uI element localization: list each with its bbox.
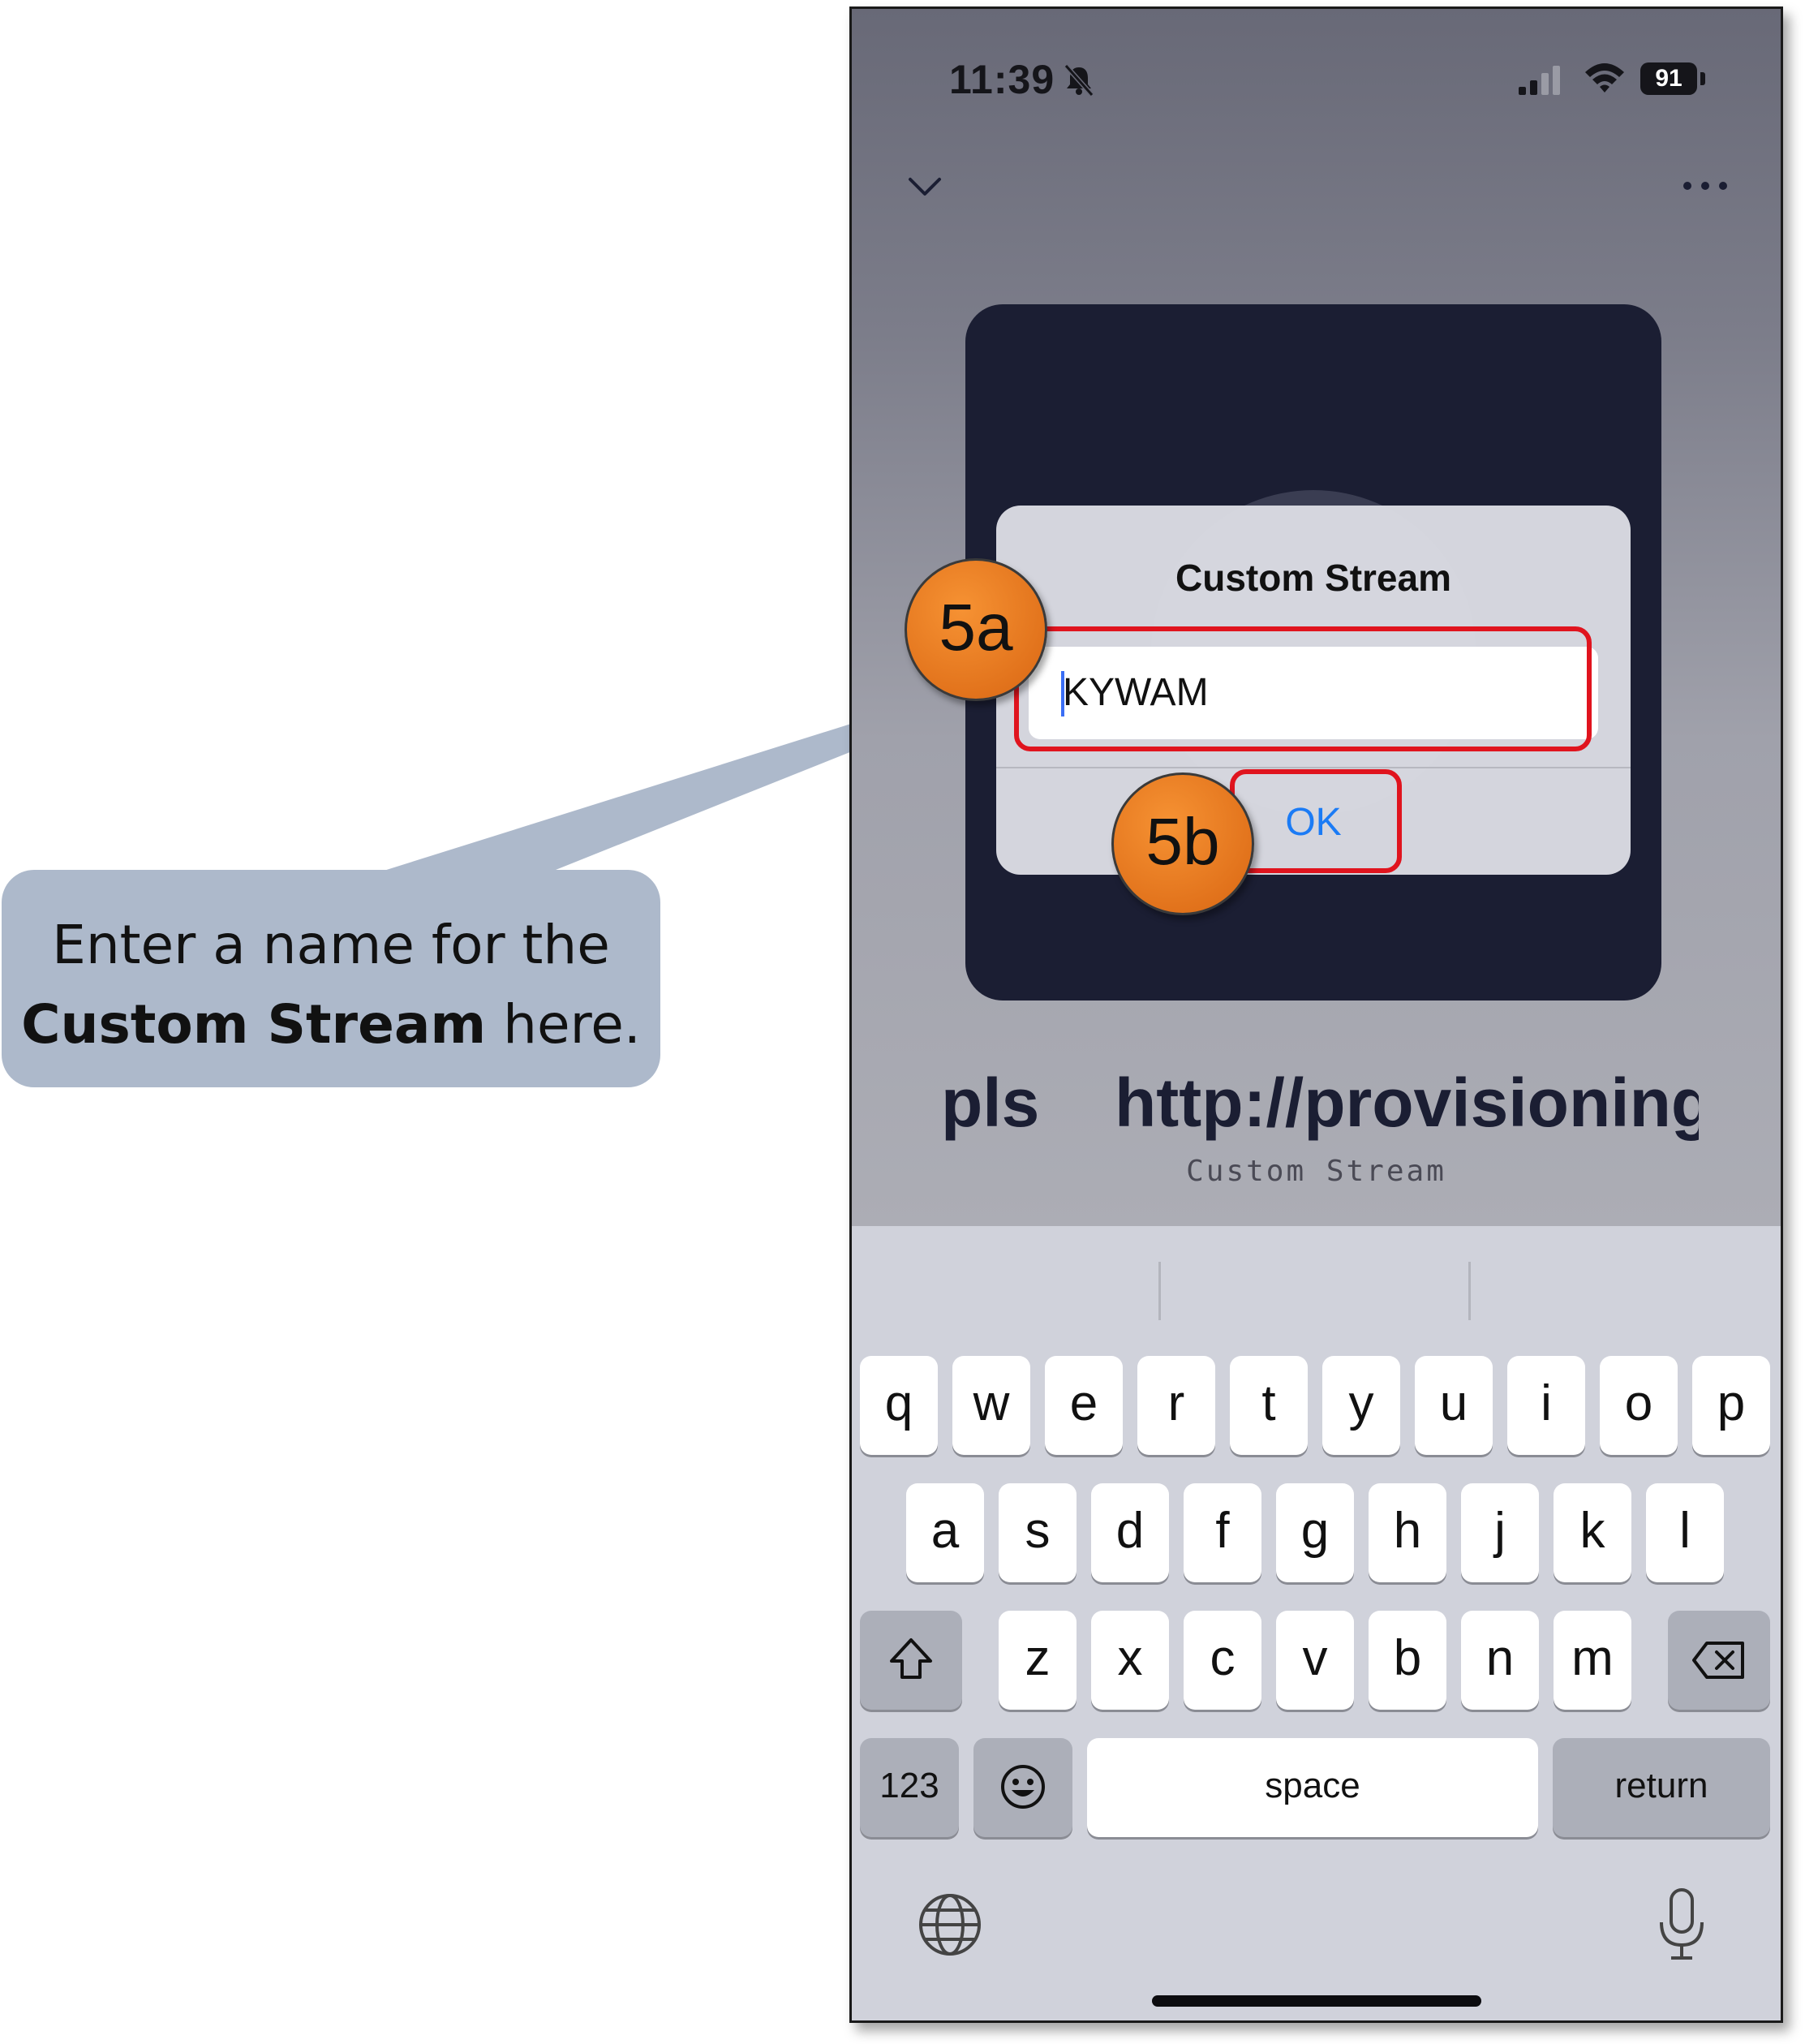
key-y[interactable]: y xyxy=(1322,1356,1400,1455)
step-badge-5a: 5a xyxy=(905,558,1047,701)
microphone-icon[interactable] xyxy=(1655,1887,1708,1961)
emoji-key[interactable] xyxy=(973,1738,1072,1837)
key-k[interactable]: k xyxy=(1554,1483,1631,1582)
key-u[interactable]: u xyxy=(1415,1356,1493,1455)
cellular-signal-icon xyxy=(1519,66,1560,95)
ellipsis-icon[interactable] xyxy=(1681,176,1730,196)
key-t[interactable]: t xyxy=(1230,1356,1308,1455)
track-subtitle: Custom Stream xyxy=(1186,1155,1446,1188)
key-f[interactable]: f xyxy=(1184,1483,1261,1582)
key-h[interactable]: h xyxy=(1369,1483,1446,1582)
key-w[interactable]: w xyxy=(952,1356,1030,1455)
key-n[interactable]: n xyxy=(1461,1611,1539,1710)
key-z[interactable]: z xyxy=(999,1611,1077,1710)
space-key[interactable]: space xyxy=(1087,1738,1538,1837)
globe-icon[interactable] xyxy=(917,1891,983,1958)
key-s[interactable]: s xyxy=(999,1483,1077,1582)
battery-cap xyxy=(1700,72,1705,85)
key-q[interactable]: q xyxy=(860,1356,938,1455)
key-e[interactable]: e xyxy=(1045,1356,1123,1455)
step-badge-5b: 5b xyxy=(1111,772,1254,915)
key-o[interactable]: o xyxy=(1600,1356,1678,1455)
wifi-icon xyxy=(1585,63,1624,93)
instruction-callout: Enter a name for the Custom Stream here. xyxy=(2,870,660,1087)
callout-tail-text: here. xyxy=(486,993,641,1056)
key-p[interactable]: p xyxy=(1692,1356,1770,1455)
keyboard: q w e r t y u i o p a s d f g h j k l z … xyxy=(852,1226,1781,2020)
input-highlight-box xyxy=(1014,626,1592,751)
chevron-down-icon[interactable] xyxy=(905,166,944,205)
callout-line-2: Custom Stream here. xyxy=(2,985,660,1065)
callout-line-1: Enter a name for the xyxy=(52,914,610,976)
phone-screen: 11:39 91 pls http://provisioning Custom … xyxy=(849,6,1783,2023)
callout-bold-text: Custom Stream xyxy=(21,993,487,1056)
key-r[interactable]: r xyxy=(1137,1356,1215,1455)
delete-key[interactable] xyxy=(1668,1611,1770,1710)
key-v[interactable]: v xyxy=(1276,1611,1354,1710)
key-d[interactable]: d xyxy=(1091,1483,1169,1582)
key-b[interactable]: b xyxy=(1369,1611,1446,1710)
key-i[interactable]: i xyxy=(1507,1356,1585,1455)
key-a[interactable]: a xyxy=(906,1483,984,1582)
emoji-icon xyxy=(1001,1765,1045,1809)
key-g[interactable]: g xyxy=(1276,1483,1354,1582)
key-m[interactable]: m xyxy=(1554,1611,1631,1710)
track-title-prev: pls xyxy=(941,1065,1040,1141)
key-c[interactable]: c xyxy=(1184,1611,1261,1710)
numbers-key[interactable]: 123 xyxy=(860,1738,959,1837)
dialog-title: Custom Stream xyxy=(1175,557,1451,599)
suggestion-divider xyxy=(1468,1262,1471,1320)
track-title-row: pls http://provisioning xyxy=(852,1064,1781,1153)
key-l[interactable]: l xyxy=(1646,1483,1724,1582)
key-j[interactable]: j xyxy=(1461,1483,1539,1582)
status-bar: 11:39 91 xyxy=(852,9,1781,139)
return-key[interactable]: return xyxy=(1553,1738,1770,1837)
battery-indicator: 91 xyxy=(1640,62,1697,95)
backspace-icon xyxy=(1692,1642,1744,1679)
track-title: http://provisioning xyxy=(1115,1065,1699,1141)
shift-key[interactable] xyxy=(860,1611,962,1710)
ok-highlight-box xyxy=(1230,769,1402,873)
bell-slash-icon xyxy=(1064,64,1094,97)
shift-icon xyxy=(890,1638,932,1679)
suggestion-divider xyxy=(1158,1262,1161,1320)
home-indicator xyxy=(1152,1995,1481,2007)
key-x[interactable]: x xyxy=(1091,1611,1169,1710)
status-time: 11:39 xyxy=(949,57,1055,102)
